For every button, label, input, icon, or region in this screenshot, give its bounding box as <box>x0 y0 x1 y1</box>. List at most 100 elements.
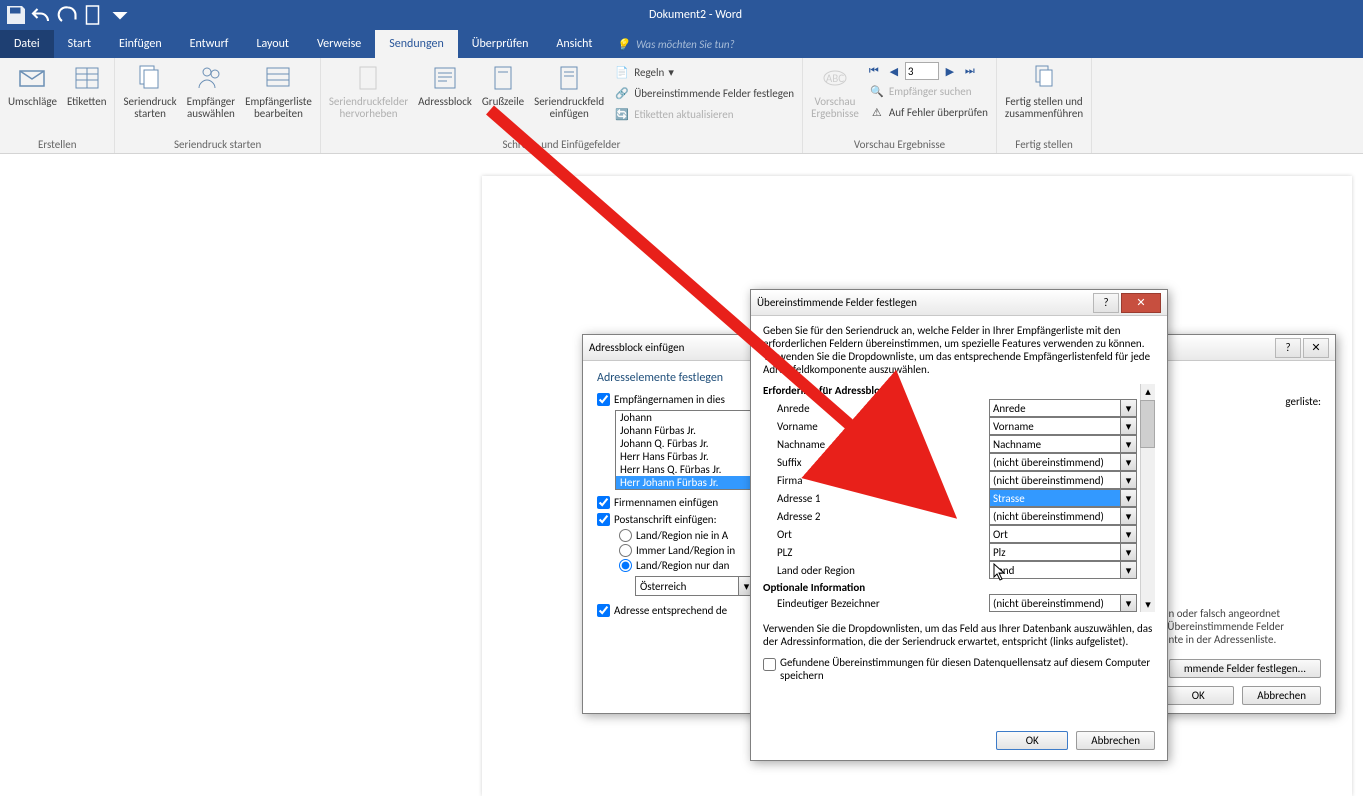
tab-verweise[interactable]: Verweise <box>303 30 375 58</box>
prev-record-button[interactable]: ◀ <box>885 62 903 80</box>
match-fields-button[interactable]: mmende Felder festlegen... <box>1169 659 1321 678</box>
empfaengerliste-bearbeiten-button[interactable]: Empfängerliste bearbeiten <box>241 60 316 122</box>
check-empfaengername[interactable] <box>597 393 610 406</box>
tell-me-placeholder: Was möchten Sie tun? <box>636 38 735 51</box>
check-save-matches[interactable] <box>763 658 776 671</box>
match-fields-icon: 🔗 <box>614 85 630 101</box>
new-doc-icon[interactable] <box>82 3 106 27</box>
scroll-up-icon[interactable]: ▴ <box>1141 384 1155 399</box>
tab-datei[interactable]: Datei <box>0 30 54 58</box>
check-save-matches-label: Gefundene Übereinstimmungen für diesen D… <box>780 656 1155 682</box>
record-number-input[interactable] <box>905 62 939 80</box>
qat-customize-icon[interactable] <box>108 3 132 27</box>
tab-ueberpruefen[interactable]: Überprüfen <box>458 30 543 58</box>
empfaenger-auswaehlen-button[interactable]: Empfänger auswählen <box>183 60 239 122</box>
field-label: Adresse 1 <box>777 492 985 505</box>
ok-button[interactable]: OK <box>996 731 1068 750</box>
country-value: Österreich <box>636 580 738 593</box>
chevron-down-icon: ▾ <box>1120 418 1136 434</box>
cancel-button[interactable]: Abbrechen <box>1242 686 1321 705</box>
save-icon[interactable] <box>4 3 28 27</box>
help-button[interactable]: ? <box>1275 338 1301 358</box>
field-select[interactable]: Ort▾ <box>989 525 1137 543</box>
field-select[interactable]: (nicht übereinstimmend)▾ <box>989 507 1137 525</box>
name-format-list[interactable]: Johann Johann Fürbas Jr. Johann Q. Fürba… <box>615 410 751 490</box>
field-select-value: Plz <box>990 546 1120 559</box>
field-select[interactable]: (nicht übereinstimmend)▾ <box>989 453 1137 471</box>
rules-icon: 📄 <box>614 64 630 80</box>
uebereinstimmende-button[interactable]: 🔗Übereinstimmende Felder festlegen <box>610 83 798 103</box>
umschlaege-button[interactable]: Umschläge <box>4 60 61 110</box>
field-select[interactable]: Anrede▾ <box>989 399 1137 417</box>
tab-layout[interactable]: Layout <box>242 30 303 58</box>
field-select[interactable]: Plz▾ <box>989 543 1137 561</box>
tab-sendungen[interactable]: Sendungen <box>375 30 458 58</box>
list-item[interactable]: Johann <box>616 411 750 424</box>
tab-ansicht[interactable]: Ansicht <box>542 30 606 58</box>
greeting-line-icon <box>487 62 519 94</box>
check-adresse-format[interactable] <box>597 604 610 617</box>
etiketten-button[interactable]: Etiketten <box>63 60 111 110</box>
regeln-button[interactable]: 📄Regeln▾ <box>610 62 798 82</box>
list-item[interactable]: Johann Q. Fürbas Jr. <box>616 437 750 450</box>
check-firmenname[interactable] <box>597 496 610 509</box>
undo-icon[interactable] <box>30 3 54 27</box>
adressblock-button[interactable]: Adressblock <box>414 60 476 110</box>
first-record-button[interactable]: ⏮ <box>865 62 883 80</box>
field-select[interactable]: Strasse▾ <box>989 489 1137 507</box>
recipients-select-icon <box>195 62 227 94</box>
list-item[interactable]: Herr Hans Fürbas Jr. <box>616 450 750 463</box>
fehler-button[interactable]: ⚠Auf Fehler überprüfen <box>865 102 992 122</box>
highlight-fields-icon <box>352 62 384 94</box>
radio-only[interactable] <box>619 559 632 572</box>
field-select[interactable]: Land▾ <box>989 561 1137 579</box>
grusszeile-button[interactable]: Grußzeile <box>478 60 528 110</box>
list-item-selected[interactable]: Herr Johann Fürbas Jr. <box>616 476 750 489</box>
chevron-down-icon: ▾ <box>1120 595 1136 611</box>
next-record-button[interactable]: ▶ <box>941 62 959 80</box>
field-select[interactable]: (nicht übereinstimmend) ▾ <box>989 594 1137 612</box>
fertig-stellen-button[interactable]: Fertig stellen und zusammenführen <box>1001 60 1087 122</box>
scrollbar-track[interactable]: ▴ ▾ <box>1140 384 1155 612</box>
list-item[interactable]: Herr Hans Q. Fürbas Jr. <box>616 463 750 476</box>
finish-merge-icon <box>1028 62 1060 94</box>
field-select[interactable]: Nachname▾ <box>989 435 1137 453</box>
tab-start[interactable]: Start <box>54 30 105 58</box>
field-select-value: Land <box>990 564 1120 577</box>
envelope-icon <box>16 62 48 94</box>
scrollbar-thumb[interactable] <box>1140 400 1155 448</box>
ok-button[interactable]: OK <box>1162 686 1234 705</box>
country-combo[interactable]: Österreich ▾ <box>635 576 755 596</box>
field-select[interactable]: (nicht übereinstimmend)▾ <box>989 471 1137 489</box>
check-postanschrift[interactable] <box>597 513 610 526</box>
fertig-stellen-label: Fertig stellen und zusammenführen <box>1005 96 1083 120</box>
list-item[interactable]: Johann Fürbas Jr. <box>616 424 750 437</box>
radio-always[interactable] <box>619 544 632 557</box>
field-select-value: Anrede <box>990 402 1120 415</box>
seriendruck-starten-button[interactable]: Seriendruck starten <box>119 60 180 122</box>
last-record-button[interactable]: ⏭ <box>961 62 979 80</box>
check-adresse-format-label: Adresse entsprechend de <box>614 604 727 617</box>
cancel-button[interactable]: Abbrechen <box>1076 731 1155 750</box>
help-button[interactable]: ? <box>1093 293 1119 313</box>
ribbon-tabs: Datei Start Einfügen Entwurf Layout Verw… <box>0 30 1363 58</box>
field-select-value: Vorname <box>990 420 1120 433</box>
scroll-down-icon[interactable]: ▾ <box>1141 597 1155 612</box>
empfaengerliste-bearbeiten-label: Empfängerliste bearbeiten <box>245 96 312 120</box>
field-select-value: Strasse <box>990 492 1120 505</box>
seriendruckfelder-hervorheben-button: Seriendruckfelder hervorheben <box>325 60 412 122</box>
close-button[interactable]: ✕ <box>1303 338 1329 358</box>
hint-text: Verwenden Sie die Dropdownlisten, um das… <box>763 622 1155 648</box>
radio-never[interactable] <box>619 529 632 542</box>
match-fields-dialog-title: Übereinstimmende Felder festlegen <box>757 296 917 309</box>
radio-never-label: Land/Region nie in A <box>636 529 728 542</box>
tell-me[interactable]: 💡 Was möchten Sie tun? <box>606 30 744 58</box>
tab-entwurf[interactable]: Entwurf <box>176 30 243 58</box>
seriendruckfeld-einfuegen-button[interactable]: Seriendruckfeld einfügen <box>530 60 608 122</box>
field-select[interactable]: Vorname▾ <box>989 417 1137 435</box>
field-select-value: (nicht übereinstimmend) <box>990 597 1120 610</box>
tab-einfuegen[interactable]: Einfügen <box>105 30 176 58</box>
redo-icon[interactable] <box>56 3 80 27</box>
chevron-down-icon: ▾ <box>1120 454 1136 470</box>
close-button[interactable]: ✕ <box>1121 293 1161 313</box>
